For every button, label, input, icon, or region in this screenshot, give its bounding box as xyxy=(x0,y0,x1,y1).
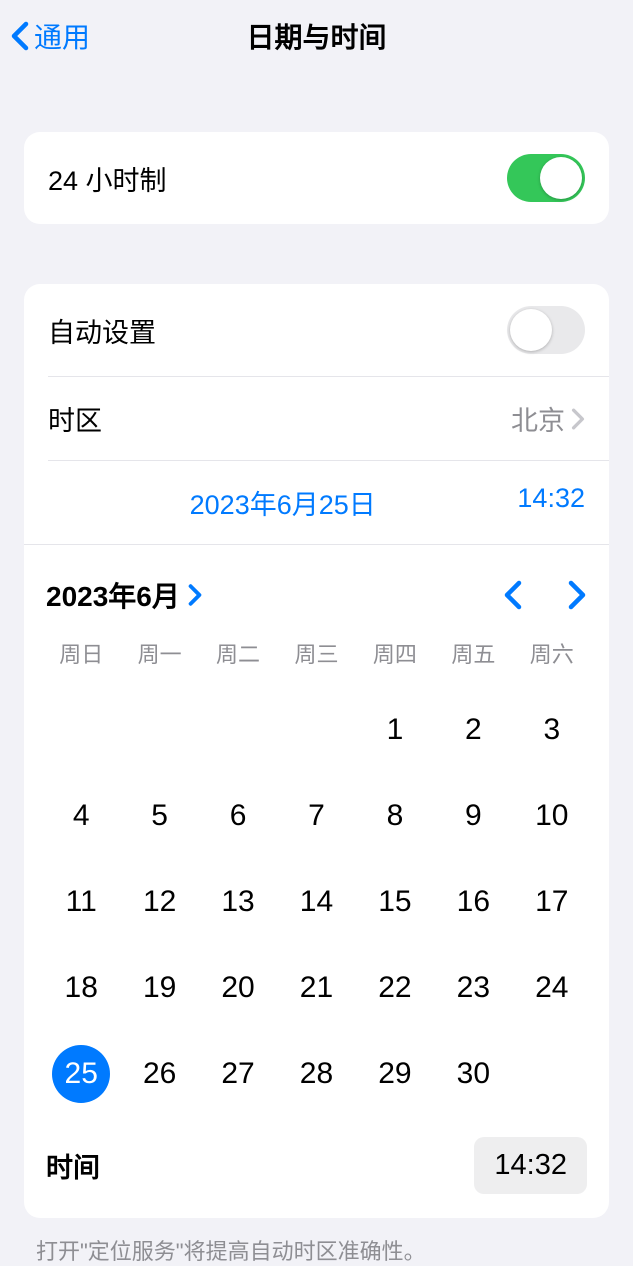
weekday-label: 周三 xyxy=(277,637,355,669)
chevron-right-icon xyxy=(188,584,202,606)
calendar-day[interactable]: 19 xyxy=(120,959,198,1017)
calendar-day[interactable]: 11 xyxy=(42,873,120,931)
calendar-empty-cell xyxy=(277,701,355,759)
month-year-button[interactable]: 2023年6月 xyxy=(46,575,202,615)
calendar-day[interactable]: 3 xyxy=(513,701,591,759)
calendar-day[interactable]: 10 xyxy=(513,787,591,845)
weekday-label: 周日 xyxy=(42,637,120,669)
calendar-day[interactable]: 18 xyxy=(42,959,120,1017)
page-title: 日期与时间 xyxy=(246,16,386,56)
footer-hint: 打开"定位服务"将提高自动时区准确性。 xyxy=(0,1218,633,1266)
calendar-day[interactable]: 17 xyxy=(513,873,591,931)
calendar-day[interactable]: 14 xyxy=(277,873,355,931)
weekday-label: 周六 xyxy=(513,637,591,669)
calendar-day[interactable]: 9 xyxy=(434,787,512,845)
next-month-button[interactable] xyxy=(567,580,587,610)
calendar-day[interactable]: 8 xyxy=(356,787,434,845)
calendar-day[interactable]: 23 xyxy=(434,959,512,1017)
calendar-day[interactable]: 26 xyxy=(120,1045,198,1103)
weekday-label: 周二 xyxy=(199,637,277,669)
calendar-day[interactable]: 30 xyxy=(434,1045,512,1103)
calendar-day[interactable]: 4 xyxy=(42,787,120,845)
month-year-label: 2023年6月 xyxy=(46,575,180,615)
weekday-label: 周四 xyxy=(356,637,434,669)
calendar-day[interactable]: 21 xyxy=(277,959,355,1017)
back-label: 通用 xyxy=(34,16,90,56)
calendar-day[interactable]: 20 xyxy=(199,959,277,1017)
chevron-right-icon xyxy=(571,408,585,430)
row-selected-datetime: 2023年6月25日 14:32 xyxy=(24,461,609,544)
row-timezone-label: 时区 xyxy=(48,399,102,438)
time-label: 时间 xyxy=(46,1146,100,1185)
selected-date-button[interactable]: 2023年6月25日 xyxy=(190,483,376,522)
calendar-day[interactable]: 29 xyxy=(356,1045,434,1103)
calendar-day[interactable]: 5 xyxy=(120,787,198,845)
calendar-day[interactable]: 16 xyxy=(434,873,512,931)
calendar-empty-cell xyxy=(42,701,120,759)
calendar-day[interactable]: 25 xyxy=(52,1045,110,1103)
time-picker-button[interactable]: 14:32 xyxy=(474,1137,587,1194)
back-button[interactable]: 通用 xyxy=(10,16,90,56)
calendar-grid: 1234567891011121314151617181920212223242… xyxy=(42,681,591,1113)
weekday-label: 周五 xyxy=(434,637,512,669)
toggle-24hour[interactable] xyxy=(507,154,585,202)
selected-time-button[interactable]: 14:32 xyxy=(517,483,585,522)
calendar-day[interactable]: 22 xyxy=(356,959,434,1017)
calendar-day[interactable]: 24 xyxy=(513,959,591,1017)
row-24hour: 24 小时制 xyxy=(24,132,609,224)
calendar-empty-cell xyxy=(120,701,198,759)
calendar-day[interactable]: 1 xyxy=(356,701,434,759)
row-timezone-value: 北京 xyxy=(511,399,565,438)
calendar-day[interactable]: 12 xyxy=(120,873,198,931)
row-24hour-label: 24 小时制 xyxy=(48,159,167,198)
weekday-header: 周日周一周二周三周四周五周六 xyxy=(42,629,591,681)
chevron-left-icon xyxy=(10,21,30,51)
calendar-day[interactable]: 7 xyxy=(277,787,355,845)
row-timezone[interactable]: 时区 北京 xyxy=(24,377,609,460)
toggle-autoset[interactable] xyxy=(507,306,585,354)
calendar-day[interactable]: 13 xyxy=(199,873,277,931)
row-autoset: 自动设置 xyxy=(24,284,609,376)
calendar: 2023年6月 周日周一周二周三周四周五周六 12345678910111213… xyxy=(24,545,609,1218)
calendar-day[interactable]: 2 xyxy=(434,701,512,759)
toggle-knob xyxy=(540,157,582,199)
calendar-day[interactable]: 28 xyxy=(277,1045,355,1103)
calendar-day[interactable]: 27 xyxy=(199,1045,277,1103)
calendar-empty-cell xyxy=(199,701,277,759)
toggle-knob xyxy=(510,309,552,351)
calendar-day[interactable]: 15 xyxy=(356,873,434,931)
row-time: 时间 14:32 xyxy=(42,1113,591,1200)
calendar-day[interactable]: 6 xyxy=(199,787,277,845)
weekday-label: 周一 xyxy=(120,637,198,669)
row-autoset-label: 自动设置 xyxy=(48,311,156,350)
prev-month-button[interactable] xyxy=(503,580,523,610)
